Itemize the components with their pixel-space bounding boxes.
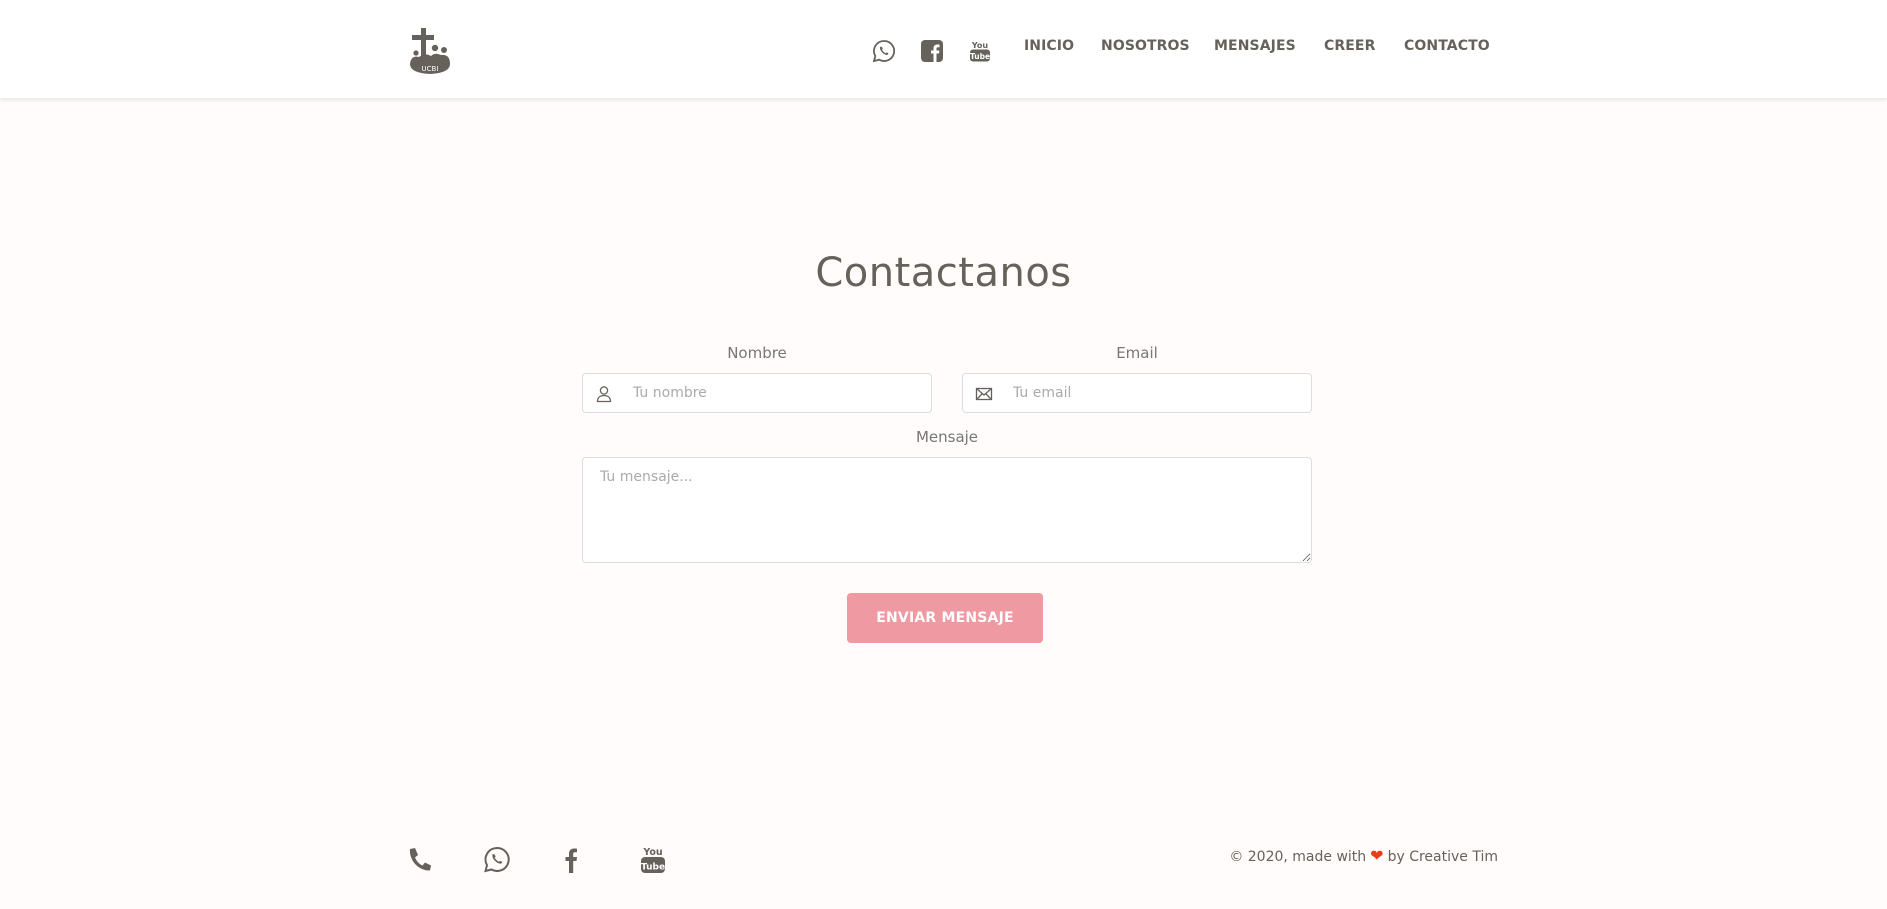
phone-icon[interactable] [405, 845, 433, 875]
whatsapp-icon[interactable] [872, 39, 896, 63]
name-input-group [582, 373, 932, 413]
facebook-square-icon[interactable] [920, 39, 944, 63]
credits-prefix: © 2020, made with [1229, 849, 1367, 865]
church-cross-logo-icon[interactable]: UCBI [407, 26, 453, 76]
svg-text:You: You [971, 41, 989, 50]
send-message-button[interactable]: ENVIAR MENSAJE [847, 593, 1043, 643]
youtube-icon[interactable]: You Tube [639, 845, 667, 875]
heart-icon: ❤ [1370, 846, 1384, 865]
nav-link-creer[interactable]: CREER [1324, 38, 1375, 54]
nav-link-nosotros[interactable]: NOSOTROS [1101, 38, 1190, 54]
svg-text:UCBI: UCBI [422, 65, 439, 73]
whatsapp-icon[interactable] [483, 845, 511, 875]
message-textarea[interactable] [582, 457, 1312, 563]
nav-link-inicio[interactable]: INICIO [1024, 38, 1074, 54]
envelope-icon [975, 387, 993, 401]
page-title: Contactanos [815, 250, 1072, 296]
email-input-group [962, 373, 1312, 413]
svg-text:Tube: Tube [970, 52, 990, 61]
name-input[interactable] [633, 374, 921, 412]
name-label: Nombre [727, 344, 787, 362]
nav-link-mensajes[interactable]: MENSAJES [1214, 38, 1296, 54]
user-icon [596, 386, 612, 403]
svg-text:Tube: Tube [641, 863, 665, 873]
youtube-icon[interactable]: You Tube [968, 39, 992, 63]
facebook-icon[interactable] [558, 845, 586, 875]
email-input[interactable] [1013, 374, 1301, 412]
navbar: UCBI You Tube INICIO NOSOTROS MENSAJES C… [0, 0, 1887, 98]
credits-suffix: by Creative Tim [1387, 849, 1498, 865]
svg-text:You: You [642, 847, 662, 858]
nav-link-contacto[interactable]: CONTACTO [1404, 38, 1490, 54]
email-label: Email [1116, 344, 1158, 362]
footer-credits: © 2020, made with ❤ by Creative Tim [1229, 846, 1498, 865]
message-label: Mensaje [915, 428, 979, 446]
